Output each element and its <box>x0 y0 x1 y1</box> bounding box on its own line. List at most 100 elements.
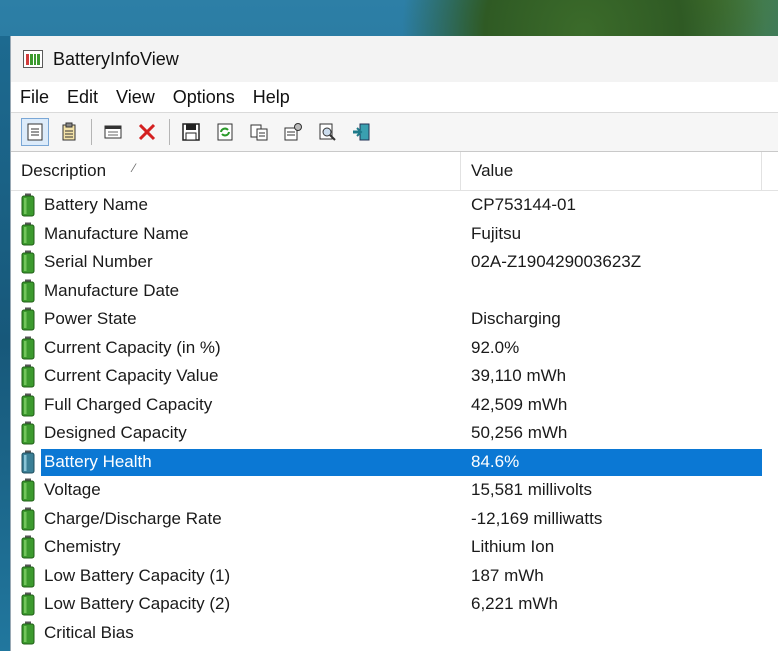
battery-icon <box>21 364 35 388</box>
description-cell: Serial Number <box>11 250 461 274</box>
battery-icon <box>21 621 35 645</box>
row-label: Battery Name <box>44 195 148 215</box>
description-cell: Low Battery Capacity (1) <box>11 564 461 588</box>
clipboard-icon[interactable] <box>55 118 83 146</box>
battery-icon <box>21 478 35 502</box>
delete-icon[interactable] <box>133 118 161 146</box>
value-cell: Lithium Ion <box>471 537 555 557</box>
battery-icon <box>21 193 35 217</box>
description-cell: Current Capacity (in %) <box>11 336 461 360</box>
description-cell: Battery Name <box>11 193 461 217</box>
value-cell: -12,169 milliwatts <box>471 508 603 528</box>
description-cell: Current Capacity Value <box>11 364 461 388</box>
table-row[interactable]: Designed Capacity 50,256 mWh <box>11 419 778 448</box>
battery-icon <box>21 307 35 331</box>
desktop-edge <box>0 36 10 651</box>
menu-edit[interactable]: Edit <box>58 87 107 108</box>
description-cell: Low Battery Capacity (2) <box>11 592 461 616</box>
table-row[interactable]: Low Battery Capacity (2) 6,221 mWh <box>11 590 778 619</box>
sort-indicator-icon: ⁄ <box>133 161 136 175</box>
description-cell: Chemistry <box>11 535 461 559</box>
table-row[interactable]: Low Battery Capacity (1) 187 mWh <box>11 562 778 591</box>
value-cell: Discharging <box>471 309 561 329</box>
row-label: Charge/Discharge Rate <box>44 508 222 528</box>
description-cell: Charge/Discharge Rate <box>11 507 461 531</box>
toolbar <box>11 112 778 152</box>
menu-options[interactable]: Options <box>164 87 244 108</box>
window-icon[interactable] <box>99 118 127 146</box>
table-row[interactable]: Battery Health 84.6% <box>11 448 778 477</box>
battery-icon <box>21 421 35 445</box>
battery-icon <box>21 507 35 531</box>
table-row[interactable]: Current Capacity Value 39,110 mWh <box>11 362 778 391</box>
table-row[interactable]: Chemistry Lithium Ion <box>11 533 778 562</box>
list-header: Description ⁄ Value <box>11 152 778 191</box>
description-cell: Designed Capacity <box>11 421 461 445</box>
properties-icon[interactable] <box>21 118 49 146</box>
table-row[interactable]: Critical Bias <box>11 619 778 648</box>
row-label: Voltage <box>44 480 101 500</box>
toolbar-separator <box>169 119 170 145</box>
row-label: Chemistry <box>44 537 121 557</box>
column-header-description-label: Description <box>21 161 107 180</box>
exit-icon[interactable] <box>347 118 375 146</box>
battery-icon <box>21 592 35 616</box>
value-cell: 02A-Z190429003623Z <box>471 252 642 272</box>
menu-help[interactable]: Help <box>244 87 299 108</box>
battery-icon <box>21 450 35 474</box>
battery-icon <box>21 535 35 559</box>
value-cell: 84.6% <box>471 451 520 471</box>
table-row[interactable]: Battery Name CP753144-01 <box>11 191 778 220</box>
column-header-value[interactable]: Value <box>461 152 762 190</box>
row-label: Current Capacity (in %) <box>44 337 221 357</box>
table-row[interactable]: Power State Discharging <box>11 305 778 334</box>
row-label: Full Charged Capacity <box>44 394 213 414</box>
value-cell: 50,256 mWh <box>471 423 568 443</box>
row-label: Low Battery Capacity (2) <box>44 594 231 614</box>
table-row[interactable]: Voltage 15,581 millivolts <box>11 476 778 505</box>
value-cell: 15,581 millivolts <box>471 480 592 500</box>
settings-icon[interactable] <box>279 118 307 146</box>
battery-info-list[interactable]: Description ⁄ Value Battery Name CP753144… <box>11 152 778 647</box>
description-cell: Critical Bias <box>11 621 461 645</box>
description-cell: Manufacture Name <box>11 222 461 246</box>
value-cell: 187 mWh <box>471 565 544 585</box>
row-label: Battery Health <box>44 451 152 471</box>
battery-icon <box>21 250 35 274</box>
list-body: Battery Name CP753144-01 Manufacture Name F… <box>11 191 778 647</box>
value-cell: 6,221 mWh <box>471 594 558 614</box>
battery-icon <box>21 279 35 303</box>
row-label: Manufacture Date <box>44 280 180 300</box>
app-window: BatteryInfoView File Edit View Options H… <box>10 36 778 651</box>
description-cell: Manufacture Date <box>11 279 461 303</box>
table-row[interactable]: Charge/Discharge Rate -12,169 milliwatts <box>11 505 778 534</box>
table-row[interactable]: Manufacture Name Fujitsu <box>11 220 778 249</box>
menu-file[interactable]: File <box>11 87 58 108</box>
value-cell: 39,110 mWh <box>471 366 567 386</box>
copy-icon[interactable] <box>245 118 273 146</box>
value-cell: 92.0% <box>471 337 520 357</box>
find-icon[interactable] <box>313 118 341 146</box>
battery-icon <box>21 336 35 360</box>
value-cell: CP753144-01 <box>471 195 576 215</box>
menu-view[interactable]: View <box>107 87 164 108</box>
table-row[interactable]: Serial Number 02A-Z190429003623Z <box>11 248 778 277</box>
table-row[interactable]: Manufacture Date <box>11 277 778 306</box>
description-cell: Power State <box>11 307 461 331</box>
table-row[interactable]: Full Charged Capacity 42,509 mWh <box>11 391 778 420</box>
column-header-description[interactable]: Description ⁄ <box>11 152 461 190</box>
row-label: Manufacture Name <box>44 223 189 243</box>
row-label: Designed Capacity <box>44 423 187 443</box>
save-icon[interactable] <box>177 118 205 146</box>
value-cell: Fujitsu <box>471 223 522 243</box>
title-bar[interactable]: BatteryInfoView <box>11 36 778 82</box>
table-row[interactable]: Current Capacity (in %) 92.0% <box>11 334 778 363</box>
row-label: Current Capacity Value <box>44 366 219 386</box>
battery-icon <box>21 393 35 417</box>
description-cell: Full Charged Capacity <box>11 393 461 417</box>
menu-bar: File Edit View Options Help <box>11 82 778 112</box>
refresh-icon[interactable] <box>211 118 239 146</box>
toolbar-separator <box>91 119 92 145</box>
row-label: Serial Number <box>44 252 153 272</box>
window-title: BatteryInfoView <box>53 48 179 69</box>
